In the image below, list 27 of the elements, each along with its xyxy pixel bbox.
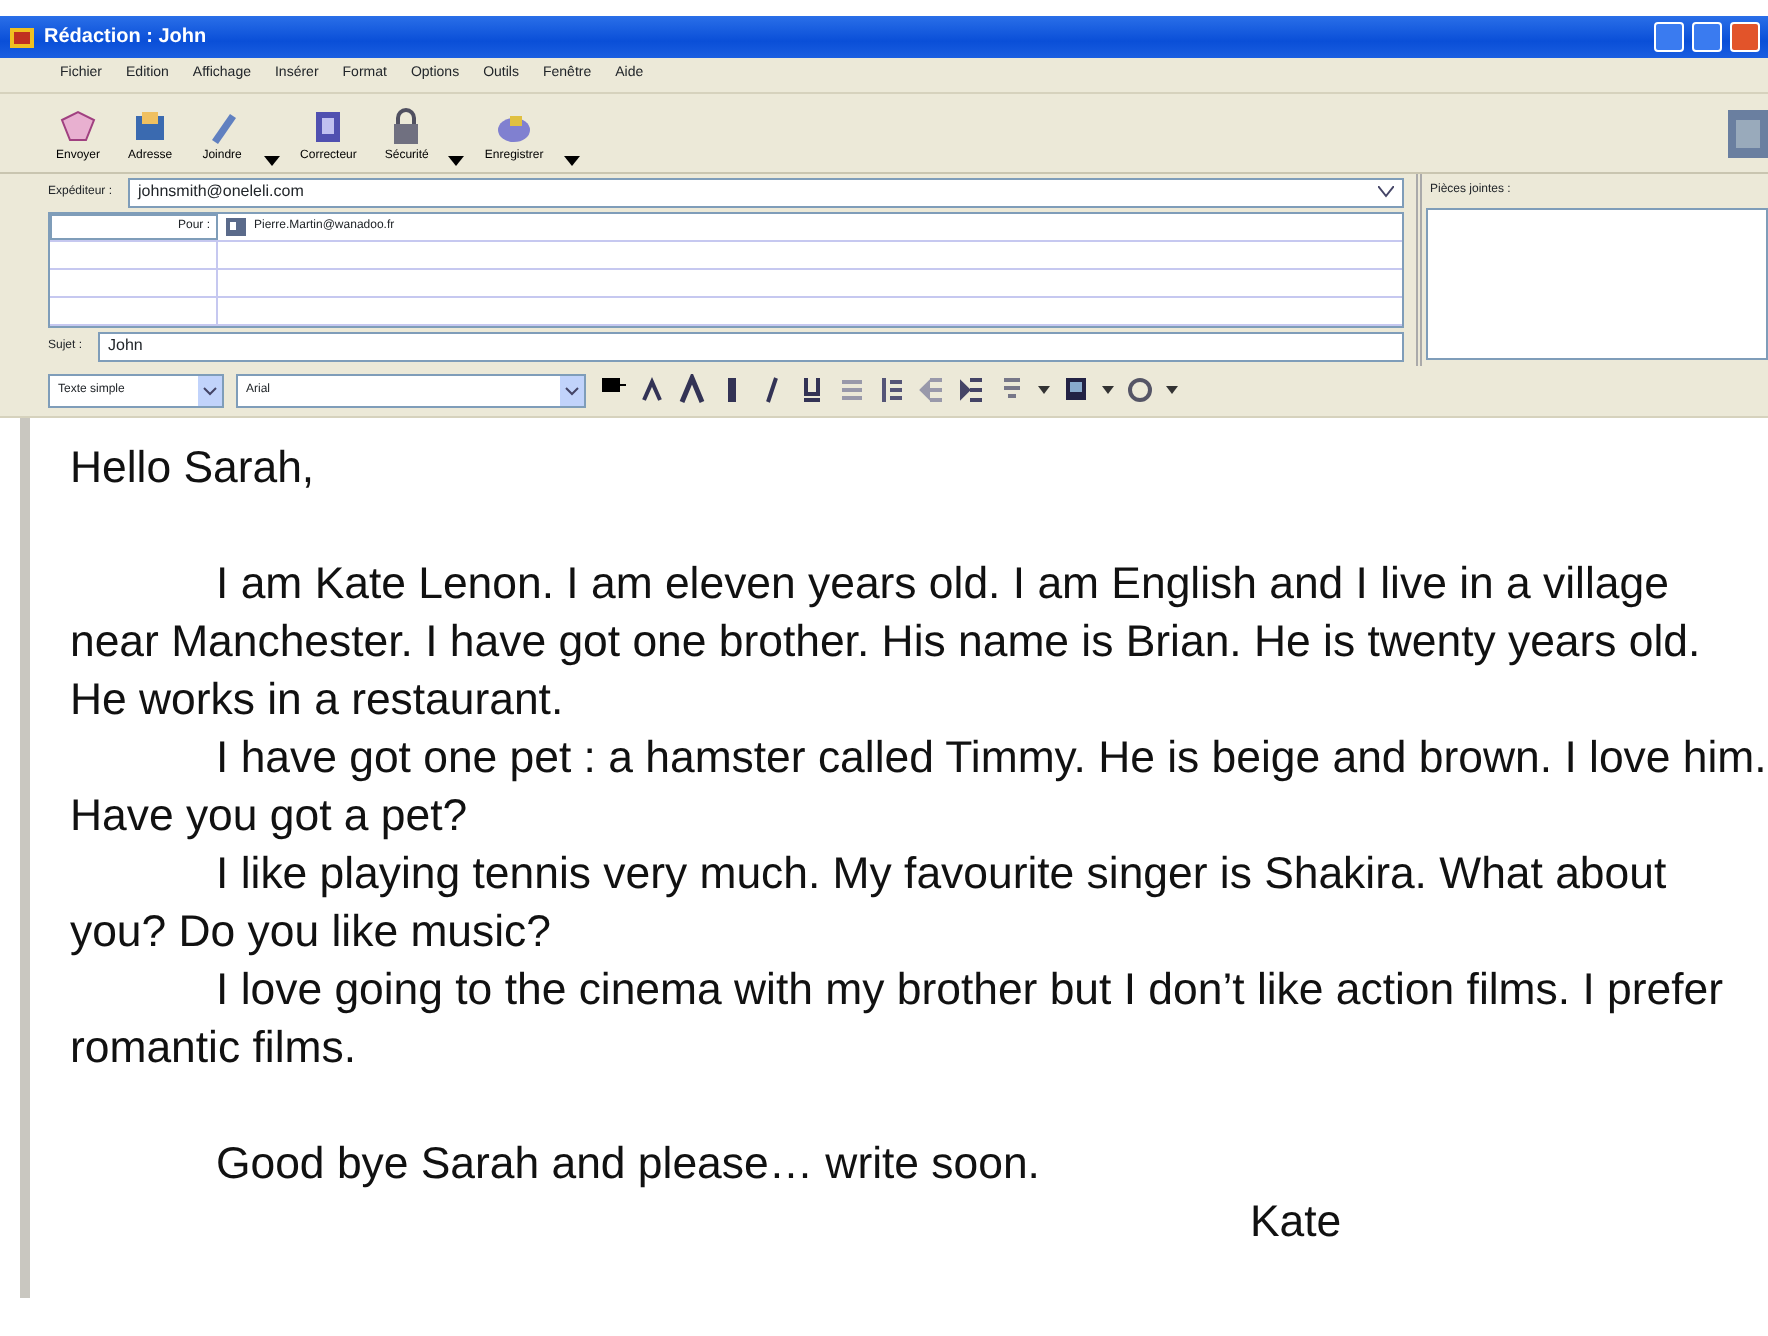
caret-icon[interactable]	[448, 155, 465, 165]
attachments-list[interactable]	[1426, 207, 1768, 359]
caret-icon[interactable]	[1166, 386, 1178, 394]
caret-icon[interactable]	[264, 155, 281, 165]
throbber-icon	[1728, 109, 1768, 157]
app-icon	[8, 23, 36, 51]
signature-text: Kate	[1248, 1193, 1344, 1249]
letter-paragraph: I have got one pet : a hamster called Timmy. He is beige and brown. I love him. Have you got a pet?	[70, 729, 1768, 843]
caret-icon[interactable]	[1102, 386, 1114, 394]
indent-icon[interactable]	[958, 374, 986, 406]
letter-paragraph: I like playing tennis very much. My favourite singer is Shakira. What about you? Do you like music?	[70, 845, 1669, 959]
contact-card-icon	[226, 217, 246, 235]
close-button[interactable]	[1730, 22, 1760, 52]
sender-field[interactable]: johnsmith@oneleli.com	[128, 177, 1404, 207]
numbered-list-icon[interactable]	[878, 374, 906, 406]
closing-text: Good bye Sarah and please… write soon.	[214, 1135, 1042, 1191]
greeting-text: Hello Sarah,	[70, 439, 317, 495]
insert-image-icon[interactable]	[1062, 374, 1090, 406]
underline-icon[interactable]	[798, 374, 826, 406]
letter-paragraph: I love going to the cinema with my brother but I don’t like action films. I prefer romantic films.	[70, 961, 1725, 1075]
subject-field[interactable]: John	[98, 331, 1404, 361]
minimize-button[interactable]	[1654, 22, 1684, 52]
window-title: Rédaction : John	[44, 24, 209, 52]
caret-icon[interactable]	[1038, 386, 1050, 394]
maximize-button[interactable]	[1692, 22, 1722, 52]
caret-icon[interactable]	[563, 155, 580, 165]
letter-paragraph: I am Kate Lenon. I am eleven years old. I am English and I live in a village near Manchester. I have got one brother. His name is Brian. He is twenty years old. He works in a restaurant.	[70, 555, 1703, 727]
